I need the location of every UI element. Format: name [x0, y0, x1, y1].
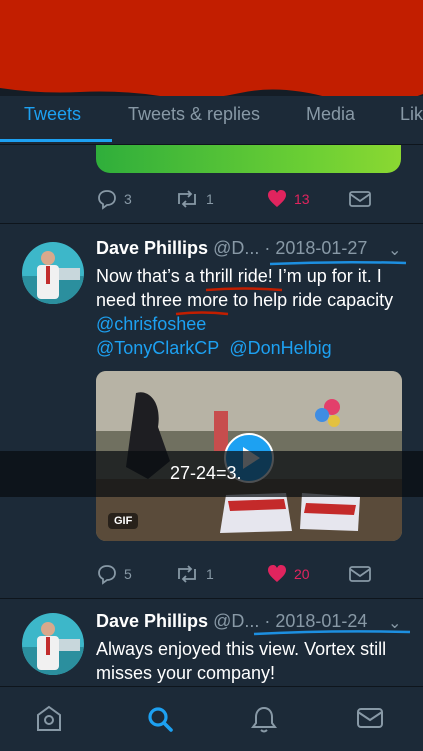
- reply-count: 3: [124, 191, 132, 207]
- like-count: 20: [294, 566, 310, 582]
- author-name[interactable]: Dave Phillips: [96, 611, 208, 631]
- tweet-text: Now that’s a thrill ride! I’m up for it.…: [96, 264, 408, 360]
- author-handle[interactable]: @D...: [213, 611, 259, 631]
- like-button[interactable]: 13: [266, 188, 310, 210]
- tab-media[interactable]: Media: [306, 104, 355, 125]
- author-name[interactable]: Dave Phillips: [96, 238, 208, 258]
- tweet-actions: 5 1 20: [96, 563, 376, 589]
- like-button[interactable]: 20: [266, 563, 310, 585]
- heart-icon: [268, 190, 286, 207]
- previous-tweet-media[interactable]: [96, 145, 401, 173]
- previous-tweet: 3 1 13: [0, 145, 423, 224]
- retweet-button[interactable]: 1: [174, 563, 214, 585]
- envelope-icon: [349, 191, 371, 207]
- dm-button[interactable]: [348, 563, 372, 585]
- avatar[interactable]: [22, 242, 84, 304]
- tab-tweets-replies[interactable]: Tweets & replies: [128, 104, 260, 125]
- annotation-text: 27-24=3.: [170, 463, 242, 483]
- dm-button[interactable]: [348, 188, 372, 210]
- bottom-nav: [0, 686, 423, 751]
- retweet-icon: [178, 190, 196, 208]
- retweet-count: 1: [206, 566, 214, 582]
- tweet-date[interactable]: · 2018-01-24: [259, 611, 367, 631]
- reply-icon: [98, 190, 116, 210]
- chevron-down-icon[interactable]: ⌄: [388, 240, 401, 260]
- envelope-icon: [349, 566, 371, 582]
- profile-tabs: Tweets Tweets & replies Media Lik: [0, 96, 423, 145]
- active-tab-indicator: [0, 139, 112, 142]
- retweet-count: 1: [206, 191, 214, 207]
- reply-button[interactable]: 3: [96, 188, 132, 210]
- tweet-card[interactable]: Dave Phillips @D... · 2018-01-24 ⌄ Alway…: [0, 599, 423, 690]
- messages-icon[interactable]: [356, 705, 384, 731]
- tweet-header: Dave Phillips @D... · 2018-01-27: [96, 238, 367, 259]
- tab-tweets[interactable]: Tweets: [24, 104, 81, 125]
- search-icon[interactable]: [146, 705, 174, 733]
- tweet-date[interactable]: · 2018-01-27: [259, 238, 367, 258]
- red-underline-annotation: [175, 311, 229, 316]
- annotation-overlay-strip: 27-24=3.: [0, 451, 423, 497]
- tab-likes[interactable]: Lik: [400, 104, 423, 125]
- red-underline-annotation: [205, 287, 283, 292]
- author-handle[interactable]: @D...: [213, 238, 259, 258]
- previous-tweet-actions: 3 1 13: [96, 188, 376, 214]
- like-count: 13: [294, 191, 310, 207]
- reply-button[interactable]: 5: [96, 563, 132, 585]
- home-icon[interactable]: [36, 705, 62, 733]
- retweet-icon: [178, 565, 196, 583]
- reply-count: 5: [124, 566, 132, 582]
- heart-icon: [268, 565, 286, 582]
- reply-icon: [98, 565, 116, 585]
- mention-link[interactable]: @DonHelbig: [229, 338, 331, 358]
- tweet-card[interactable]: Dave Phillips @D... · 2018-01-27 ⌄ Now t…: [0, 224, 423, 599]
- retweet-button[interactable]: 1: [174, 188, 214, 210]
- tweet-text: Always enjoyed this view. Vortex still m…: [96, 639, 387, 683]
- avatar[interactable]: [22, 613, 84, 675]
- notifications-icon[interactable]: [250, 705, 278, 735]
- blue-underline-annotation: [253, 630, 411, 636]
- gif-badge: GIF: [108, 513, 139, 529]
- mention-link[interactable]: @TonyClarkCP: [96, 338, 219, 358]
